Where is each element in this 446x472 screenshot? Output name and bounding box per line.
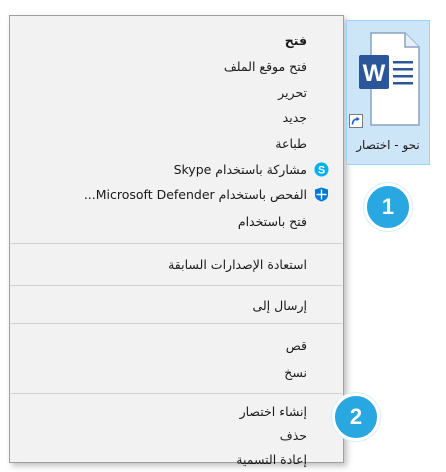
word-document-icon: W xyxy=(359,31,421,131)
skype-icon: S xyxy=(314,162,329,177)
menu-item-share-skype[interactable]: مشاركة باستخدام Skype xyxy=(174,158,307,182)
menu-item-print[interactable]: طباعة xyxy=(275,132,307,156)
menu-item-restore-previous-versions[interactable]: استعادة الإصدارات السابقة xyxy=(168,253,307,277)
menu-item-delete[interactable]: حذف xyxy=(280,424,307,448)
menu-separator xyxy=(11,243,342,244)
callout-badge-2: 2 xyxy=(332,393,380,441)
menu-item-open-with[interactable]: فتح باستخدام xyxy=(238,210,307,234)
menu-item-send-to[interactable]: إرسال إلى xyxy=(252,294,307,318)
context-menu: فتح فتح موقع الملف تحرير جديد طباعة S مش… xyxy=(9,15,344,467)
file-label: نحو - اختصار xyxy=(356,138,420,152)
menu-separator xyxy=(11,323,342,324)
callout-badge-1: 1 xyxy=(364,183,412,231)
menu-item-copy[interactable]: نسخ xyxy=(284,361,307,385)
menu-item-open[interactable]: فتح xyxy=(285,29,307,53)
menu-item-open-file-location[interactable]: فتح موقع الملف xyxy=(224,55,307,79)
menu-item-cut[interactable]: قص xyxy=(286,334,307,358)
menu-separator xyxy=(11,393,342,394)
svg-text:S: S xyxy=(318,165,325,177)
defender-shield-icon xyxy=(314,187,329,202)
menu-separator xyxy=(11,285,342,286)
desktop: فتح فتح موقع الملف تحرير جديد طباعة S مش… xyxy=(0,0,446,470)
menu-item-edit[interactable]: تحرير xyxy=(278,81,307,105)
shortcut-arrow-icon xyxy=(349,113,363,132)
menu-item-create-shortcut[interactable]: إنشاء اختصار xyxy=(240,400,307,424)
menu-item-scan-defender[interactable]: الفحص باستخدام Microsoft Defender... xyxy=(84,183,307,207)
menu-item-new[interactable]: جديد xyxy=(283,106,307,130)
file-shortcut-tile[interactable]: W نحو - اختصار xyxy=(346,20,430,165)
svg-text:W: W xyxy=(363,60,386,87)
menu-item-rename[interactable]: إعادة التسمية xyxy=(236,448,307,472)
